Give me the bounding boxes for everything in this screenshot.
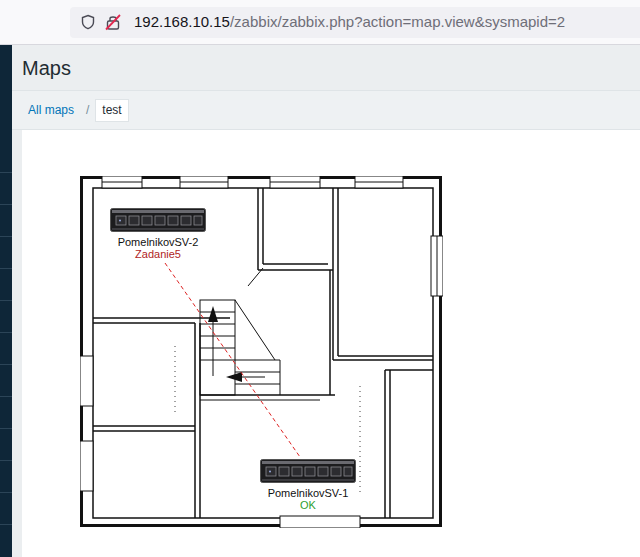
host-status: Zadanie5 [134, 248, 182, 260]
browser-window: 192.168.10.15/zabbix/zabbix.php?action=m… [0, 0, 640, 557]
sidebar-item[interactable] [0, 269, 12, 301]
url-host: 192.168.10.15 [134, 13, 230, 30]
page-header: Maps [12, 45, 640, 90]
server-icon [260, 459, 356, 483]
app-body: Maps All maps / test [0, 45, 640, 557]
host-status: OK [299, 499, 317, 511]
insecure-lock-icon[interactable] [104, 13, 122, 31]
host-icon-wrap[interactable] [260, 459, 356, 483]
host-label: PomelnikovSV-1 [267, 487, 350, 499]
breadcrumbs: All maps / test [12, 90, 640, 130]
sidebar-item[interactable] [0, 333, 12, 365]
sidebar-item[interactable] [0, 365, 12, 397]
breadcrumb-list: All maps / test [22, 99, 129, 122]
main-content: Maps All maps / test [12, 45, 640, 557]
sidebar-item[interactable] [0, 141, 12, 173]
sidebar-item[interactable] [0, 301, 12, 333]
browser-toolbar: 192.168.10.15/zabbix/zabbix.php?action=m… [0, 0, 640, 45]
host-icon-wrap[interactable] [110, 208, 206, 232]
server-icon [110, 208, 206, 232]
sidebar-item[interactable] [0, 461, 12, 493]
map-host[interactable]: PomelnikovSV-1OK [248, 459, 368, 511]
url-field[interactable]: 192.168.10.15/zabbix/zabbix.php?action=m… [70, 7, 640, 38]
breadcrumb-separator: / [84, 103, 91, 118]
url-path: /zabbix/zabbix.php?action=map.view&sysma… [230, 13, 565, 30]
shield-icon[interactable] [80, 14, 96, 30]
breadcrumb-item[interactable]: test [95, 99, 128, 122]
sidebar-item[interactable] [0, 237, 12, 269]
breadcrumb-item[interactable]: All maps [22, 100, 80, 121]
sidebar-item[interactable] [0, 173, 12, 205]
page-title: Maps [22, 56, 71, 80]
sidebar-item[interactable] [0, 429, 12, 461]
map-elements: PomelnikovSV-2Zadanie5 PomelnikovSV-1OK [22, 130, 640, 557]
sidebar-item[interactable] [0, 493, 12, 525]
sidebar-item[interactable] [0, 397, 12, 429]
map-canvas: PomelnikovSV-2Zadanie5 PomelnikovSV-1OK [22, 130, 640, 557]
sidebar-item[interactable] [0, 205, 12, 237]
host-label: PomelnikovSV-2 [117, 236, 200, 248]
sidebar [0, 45, 12, 557]
map-host[interactable]: PomelnikovSV-2Zadanie5 [98, 208, 218, 260]
map-link[interactable] [165, 263, 300, 457]
map-panel: PomelnikovSV-2Zadanie5 PomelnikovSV-1OK [22, 130, 640, 557]
url-text[interactable]: 192.168.10.15/zabbix/zabbix.php?action=m… [134, 11, 565, 34]
